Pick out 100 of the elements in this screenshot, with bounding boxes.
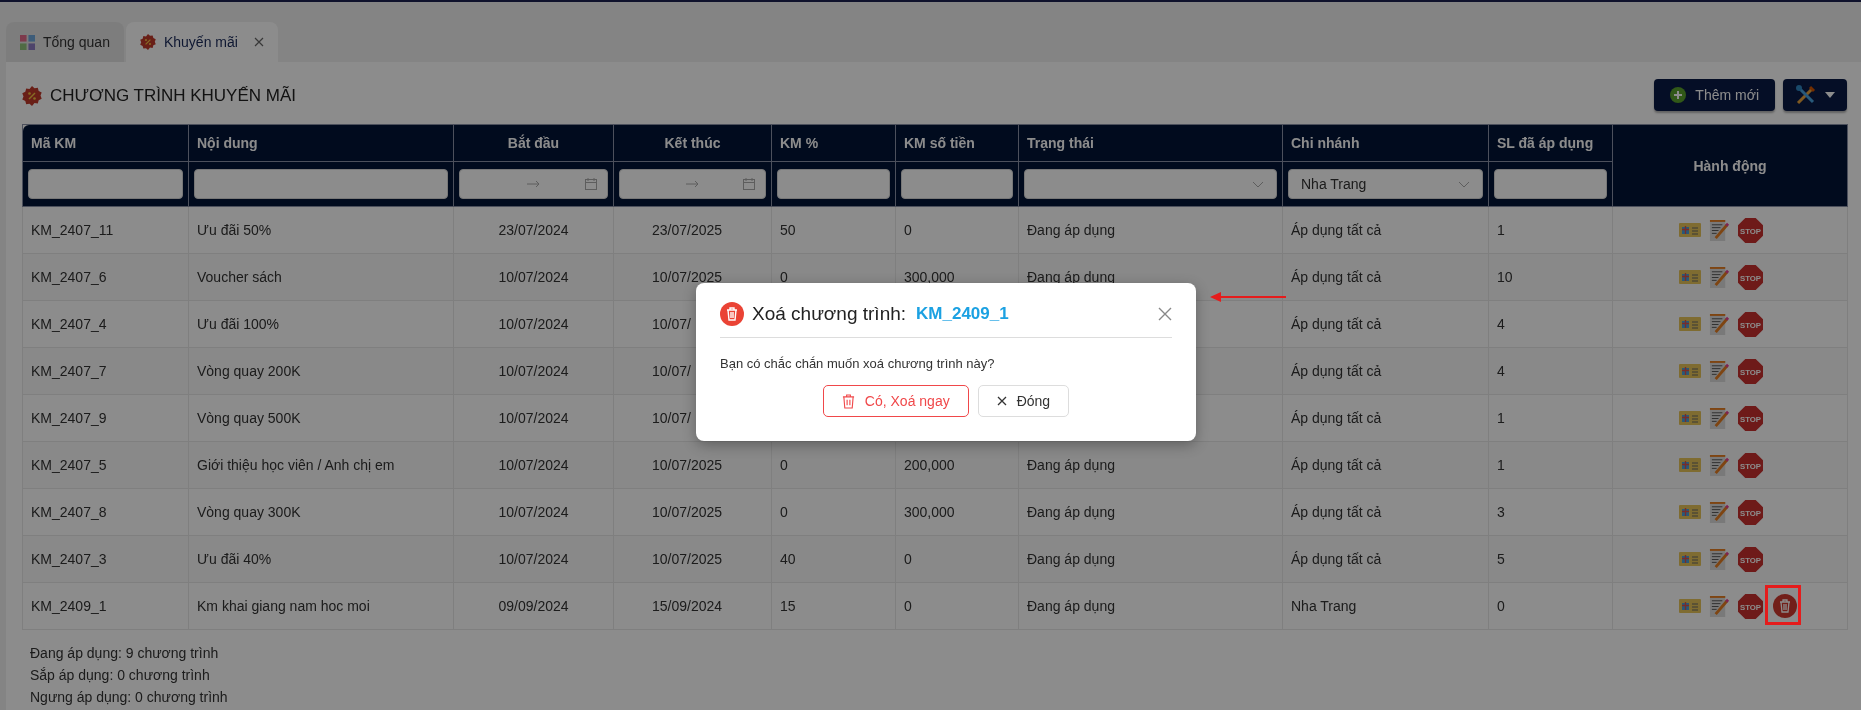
filter-field[interactable] <box>1494 169 1607 199</box>
select-field[interactable] <box>1024 169 1277 199</box>
table-cell: 10/07/2024 <box>498 410 569 426</box>
gift-card-icon[interactable] <box>1679 505 1701 519</box>
table-cell: 1 <box>1497 410 1505 426</box>
table-cell: Km khai giang nam hoc moi <box>197 598 370 614</box>
table-cell: KM_2407_6 <box>31 269 107 285</box>
gift-card-icon[interactable] <box>1679 599 1701 613</box>
gift-card-icon[interactable] <box>1679 458 1701 472</box>
table-cell: 50 <box>780 222 796 238</box>
gift-card-icon[interactable] <box>1679 552 1701 566</box>
table-cell: KM_2409_1 <box>31 598 107 614</box>
calendar-icon <box>585 178 597 190</box>
delete-icon <box>720 302 744 326</box>
column-header: Mã KM <box>22 124 189 162</box>
edit-icon[interactable] <box>1709 500 1730 524</box>
column-header: Bắt đầu <box>453 124 614 162</box>
table-cell: 10/07/2024 <box>498 269 569 285</box>
gift-card-icon[interactable] <box>1679 270 1701 284</box>
table-cell: 10/07/2025 <box>652 457 723 473</box>
table-cell: Đang áp dụng <box>1027 457 1115 473</box>
table-cell: 1 <box>1497 457 1505 473</box>
filter-field[interactable] <box>28 169 183 199</box>
close-icon[interactable] <box>253 37 264 47</box>
close-icon[interactable] <box>1158 307 1172 321</box>
gift-card-icon[interactable] <box>1679 411 1701 425</box>
edit-icon[interactable] <box>1709 547 1730 571</box>
column-header: Hành động <box>1612 124 1848 207</box>
filter-field[interactable] <box>194 169 448 199</box>
table-cell: 10 <box>1497 269 1513 285</box>
column-header: KM % <box>771 124 896 162</box>
edit-icon[interactable] <box>1709 406 1730 430</box>
edit-icon[interactable] <box>1709 453 1730 477</box>
add-button[interactable]: Thêm mới <box>1654 79 1775 111</box>
date-range-field[interactable] <box>619 169 766 199</box>
edit-icon[interactable] <box>1709 265 1730 289</box>
table-cell: 0 <box>780 504 788 520</box>
gift-card-icon[interactable] <box>1679 223 1701 237</box>
table-cell: 0 <box>904 551 912 567</box>
chevron-icon <box>1458 180 1470 188</box>
edit-icon[interactable] <box>1709 594 1730 618</box>
table-cell: Ưu đãi 50% <box>197 222 272 238</box>
table-cell: 200,000 <box>904 457 955 473</box>
table-cell: KM_2407_3 <box>31 551 107 567</box>
table-cell: 23/07/2025 <box>652 222 723 238</box>
tools-icon <box>1795 84 1817 106</box>
table-cell: 5 <box>1497 551 1505 567</box>
filter-field[interactable] <box>901 169 1013 199</box>
discount-badge-icon <box>139 34 156 50</box>
tab[interactable]: Tổng quan <box>6 22 124 62</box>
column-header: Kết thúc <box>613 124 772 162</box>
table-cell: Áp dụng tất cả <box>1291 551 1382 567</box>
dialog-message: Bạn có chắc chắn muốn xoá chương trình này? <box>720 356 996 371</box>
table-cell: Áp dụng tất cả <box>1291 269 1382 285</box>
table-cell: Áp dụng tất cả <box>1291 222 1382 238</box>
table-cell: 10/07/2024 <box>498 504 569 520</box>
table-cell: 09/09/2024 <box>498 598 569 614</box>
edit-icon[interactable] <box>1709 359 1730 383</box>
tools-menu-button[interactable] <box>1783 79 1847 111</box>
table-cell: Nha Trang <box>1291 598 1357 614</box>
table-cell: Vòng quay 300K <box>197 504 301 520</box>
filter-field[interactable] <box>777 169 890 199</box>
table-cell: Đang áp dụng <box>1027 504 1115 520</box>
table-cell: 10/07/ <box>652 410 691 426</box>
table-cell: 0 <box>1497 598 1505 614</box>
table-cell: 10/07/2024 <box>498 316 569 332</box>
table-cell: 4 <box>1497 363 1505 379</box>
discount-badge-icon <box>22 86 42 106</box>
column-header: SL đã áp dụng <box>1488 124 1613 162</box>
table-cell: 300,000 <box>904 269 955 285</box>
tab[interactable]: Khuyến mãi <box>125 22 278 62</box>
edit-icon[interactable] <box>1709 312 1730 336</box>
close-button[interactable]: Đóng <box>977 385 1070 417</box>
trash-icon <box>841 393 855 409</box>
table-cell: Vòng quay 500K <box>197 410 301 426</box>
gift-card-icon[interactable] <box>1679 317 1701 331</box>
table-cell: Áp dụng tất cả <box>1291 410 1382 426</box>
table-cell: 10/07/2025 <box>652 504 723 520</box>
table-cell: 3 <box>1497 504 1505 520</box>
table-cell: 0 <box>780 269 788 285</box>
arrow-icon <box>685 181 700 187</box>
table-cell: 0 <box>904 598 912 614</box>
table-cell: KM_2407_9 <box>31 410 107 426</box>
edit-icon[interactable] <box>1709 218 1730 242</box>
table-cell: 1 <box>1497 222 1505 238</box>
table-cell: Ưu đãi 100% <box>197 316 279 332</box>
confirm-delete-button[interactable]: Có, Xoá ngay <box>822 385 969 417</box>
select-field[interactable]: Nha Trang <box>1288 169 1483 199</box>
program-code: KM_2409_1 <box>916 304 1009 324</box>
date-range-field[interactable] <box>459 169 608 199</box>
table-cell: 0 <box>780 457 788 473</box>
gift-card-icon[interactable] <box>1679 364 1701 378</box>
delete-icon[interactable] <box>1773 594 1797 618</box>
column-header: Nội dung <box>188 124 454 162</box>
table-cell: KM_2407_7 <box>31 363 107 379</box>
table-cell: Áp dụng tất cả <box>1291 457 1382 473</box>
table-cell: 23/07/2024 <box>498 222 569 238</box>
caret-icon <box>1825 92 1835 98</box>
column-header: KM số tiền <box>895 124 1019 162</box>
column-header: Chi nhánh <box>1282 124 1489 162</box>
